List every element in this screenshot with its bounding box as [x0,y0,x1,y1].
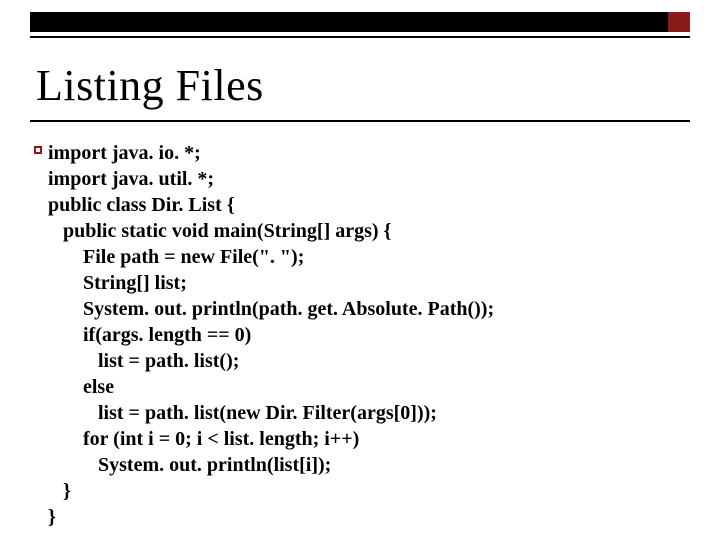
code-line: else [48,376,114,398]
code-line: import java. util. *; [48,168,214,190]
title-underline [30,120,690,122]
code-line: public class Dir. List { [48,194,235,216]
code-line: list = path. list(new Dir. Filter(args[0… [48,402,437,424]
code-line: System. out. println(list[i]); [48,454,331,476]
code-line: import java. io. *; [48,142,201,164]
code-line: System. out. println(path. get. Absolute… [48,298,494,320]
code-line: for (int i = 0; i < list. length; i++) [48,428,359,450]
code-line: public static void main(String[] args) { [48,220,391,242]
code-line: if(args. length == 0) [48,324,251,346]
header-underline [30,36,690,38]
code-block: import java. io. *; import java. util. *… [48,140,680,530]
code-line: String[] list; [48,272,187,294]
slide: Listing Files import java. io. *; import… [0,0,720,540]
header-accent [668,12,690,32]
code-line: list = path. list(); [48,350,239,372]
code-line: } [48,480,71,502]
header-bar [30,12,690,32]
code-line: File path = new File(". "); [48,246,304,268]
bullet-icon [34,146,42,154]
code-line: } [48,506,56,528]
slide-title: Listing Files [36,60,264,111]
